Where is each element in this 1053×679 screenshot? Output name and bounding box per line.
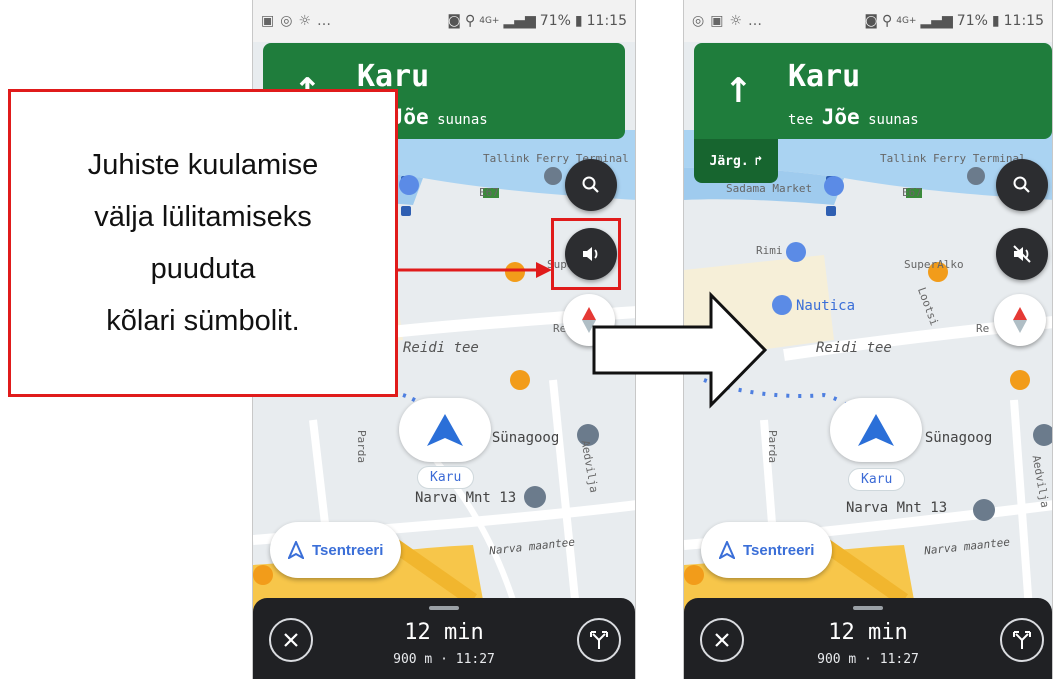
fork-route-icon [590, 631, 608, 649]
clock: 11:15 [586, 13, 627, 29]
instruction-callout: Juhiste kuulamise välja lülitamiseks puu… [8, 89, 398, 397]
straight-arrow-icon: ↑ [724, 71, 753, 111]
phone-screen-after: ◎ ▣ ☼ … ◙ ⚲ 4G+ ▂▄▆ 71% ▮ 11:15 ↑ Karu t… [683, 0, 1053, 679]
compass-button[interactable] [994, 294, 1046, 346]
clock: 11:15 [1003, 13, 1044, 29]
battery-icon: ▮ [574, 13, 583, 29]
direction-street: Jõe [821, 105, 860, 129]
current-location-marker [399, 398, 491, 462]
map-label-reidi-tee: Reidi tee [403, 340, 479, 356]
compass-button[interactable] [563, 294, 615, 346]
battery-percent: 71% [956, 13, 988, 29]
trip-summary-bar[interactable]: 12 min 900 m · 11:27 [253, 598, 635, 679]
current-location-marker [830, 398, 922, 462]
callout-line: välja lülitamiseks [94, 201, 312, 233]
map-label-ferry: Tallink Ferry Terminal [483, 152, 629, 165]
map-label-narva-mnt: Narva Mnt 13 [415, 490, 517, 506]
search-button[interactable] [996, 159, 1048, 211]
map-label-reidi-tee: Reidi tee [816, 340, 892, 356]
fork-route-icon [1013, 631, 1031, 649]
eta-details: 900 m · 11:27 [393, 652, 495, 667]
recenter-button[interactable]: Tsentreeri [270, 522, 402, 578]
instagram-notification-icon: ◎ [692, 13, 705, 29]
current-street-label: Karu [417, 466, 475, 489]
speaker-muted-icon [1013, 245, 1031, 263]
signal-icon: ▂▄▆ [920, 13, 953, 29]
trip-summary-bar[interactable]: 12 min 900 m · 11:27 [684, 598, 1052, 679]
callout-line: puuduta [150, 253, 256, 285]
alternate-routes-button[interactable] [577, 618, 621, 662]
turn-right-icon: ↱ [754, 153, 763, 169]
status-bar: ▣ ◎ ☼ … ◙ ⚲ 4G+ ▂▄▆ 71% ▮ 11:15 [253, 0, 635, 42]
alternate-routes-button[interactable] [1000, 618, 1044, 662]
drag-handle[interactable] [853, 606, 883, 610]
callout-line: Juhiste kuulamise [87, 149, 319, 181]
network-type: 4G+ [479, 16, 500, 26]
recenter-arrow-icon [719, 541, 735, 559]
weather-notification-icon: ☼ [298, 13, 312, 29]
search-icon [1013, 176, 1030, 193]
map-label-rimi: Rimi [756, 244, 783, 257]
instagram-notification-icon: ◎ [280, 13, 293, 29]
map-label-parda: Parda [766, 429, 780, 464]
weather-notification-icon: ☼ [729, 13, 743, 29]
navigation-instruction-card[interactable]: ↑ Karu tee Jõe suunas [694, 43, 1052, 139]
current-street-label: Karu [848, 468, 906, 491]
recenter-arrow-icon [288, 541, 304, 559]
compass-icon [1013, 307, 1027, 333]
drag-handle[interactable] [429, 606, 459, 610]
map-label-re: Re [976, 322, 990, 335]
battery-icon: ▮ [991, 13, 1000, 29]
navigation-arrow-icon [427, 414, 463, 446]
battery-percent: 71% [539, 13, 571, 29]
search-button[interactable] [565, 159, 617, 211]
nfc-icon: ◙ [864, 13, 878, 29]
gallery-notification-icon: ▣ [261, 13, 275, 29]
more-notifications-icon: … [317, 13, 332, 29]
then-label: Järg. [709, 153, 749, 169]
recenter-label: Tsentreeri [743, 541, 815, 559]
next-street: Karu [788, 59, 861, 94]
eta-duration: 12 min [828, 620, 908, 645]
map-label-narva-mnt: Narva Mnt 13 [846, 500, 948, 516]
direction-prefix: tee [788, 112, 814, 128]
then-instruction-chip[interactable]: Järg. ↱ [694, 139, 778, 183]
direction-suffix: suunas [437, 112, 488, 128]
callout-line: kõlari sümbolit. [106, 305, 300, 337]
map-label-ferry: Tallink Ferry Terminal [880, 152, 1026, 165]
compass-icon [582, 307, 596, 333]
sound-toggle-button[interactable] [996, 228, 1048, 280]
status-bar: ◎ ▣ ☼ … ◙ ⚲ 4G+ ▂▄▆ 71% ▮ 11:15 [684, 0, 1052, 42]
direction-subtitle: tee Jõe suunas [788, 105, 919, 129]
network-type: 4G+ [896, 16, 917, 26]
direction-suffix: suunas [868, 112, 919, 128]
map-label-e67: E67 [902, 186, 922, 199]
location-icon: ⚲ [464, 13, 476, 29]
map-label-e67: E67 [479, 186, 499, 199]
recenter-label: Tsentreeri [312, 541, 384, 559]
location-icon: ⚲ [881, 13, 893, 29]
recenter-button[interactable]: Tsentreeri [701, 522, 833, 578]
map-label-superalko: SuperAlko [904, 258, 964, 271]
speaker-highlight-box [551, 218, 621, 290]
map-label-sadama: Sadama Market [726, 182, 813, 195]
map-label-nautica: Nautica [796, 298, 856, 314]
gallery-notification-icon: ▣ [710, 13, 724, 29]
map-label-parda: Parda [355, 429, 369, 464]
search-icon [582, 176, 599, 193]
navigation-arrow-icon [858, 414, 894, 446]
nfc-icon: ◙ [447, 13, 461, 29]
eta-details: 900 m · 11:27 [817, 652, 919, 667]
signal-icon: ▂▄▆ [503, 13, 536, 29]
more-notifications-icon: … [748, 13, 763, 29]
